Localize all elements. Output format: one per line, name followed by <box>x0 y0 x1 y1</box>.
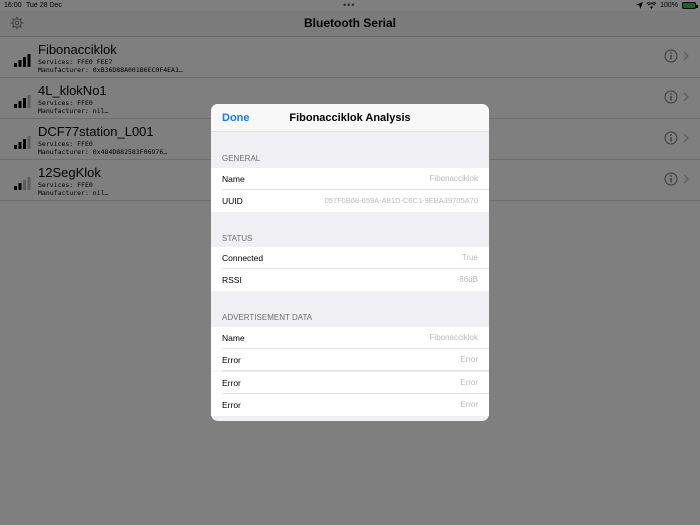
section-header-status: STATUS <box>222 234 253 243</box>
status-connected-row: Connected True <box>211 247 489 269</box>
row-label: Name <box>222 333 245 343</box>
section-header-advertisement: ADVERTISEMENT DATA <box>222 313 313 322</box>
advert-error-row: Error Error <box>211 349 489 371</box>
row-value: True <box>461 253 478 262</box>
row-label: UUID <box>222 196 243 206</box>
row-label: Error <box>222 378 241 388</box>
modal-header: Done Fibonacciklok Analysis <box>211 104 489 132</box>
general-name-row: Name Fibonacciklok <box>211 168 489 190</box>
general-uuid-row: UUID 057F0B68-659A-A81D-C6C1-9EBA39705A7… <box>211 190 489 212</box>
analysis-modal: Done Fibonacciklok Analysis GENERAL Name… <box>211 104 489 421</box>
modal-title: Fibonacciklok Analysis <box>289 112 411 124</box>
row-label: RSSI <box>222 275 242 285</box>
row-value: Fibonacciklok <box>429 333 478 342</box>
row-value: 057F0B68-659A-A81D-C6C1-9EBA39705A70 <box>324 196 478 205</box>
advert-name-row: Name Fibonacciklok <box>211 327 489 349</box>
advert-error-row: Error Error <box>211 394 489 416</box>
row-value: Error <box>460 400 478 409</box>
row-value: Error <box>460 378 478 387</box>
row-separator <box>222 370 489 371</box>
row-label: Error <box>222 355 241 365</box>
status-rssi-row: RSSI -66dB <box>211 269 489 291</box>
section-header-general: GENERAL <box>222 154 261 163</box>
row-value: Fibonacciklok <box>429 174 478 183</box>
row-label: Error <box>222 400 241 410</box>
row-value: Error <box>460 355 478 364</box>
row-value: -66dB <box>456 275 478 284</box>
row-label: Name <box>222 174 245 184</box>
row-label: Connected <box>222 253 264 263</box>
advert-error-row: Error Error <box>211 372 489 394</box>
